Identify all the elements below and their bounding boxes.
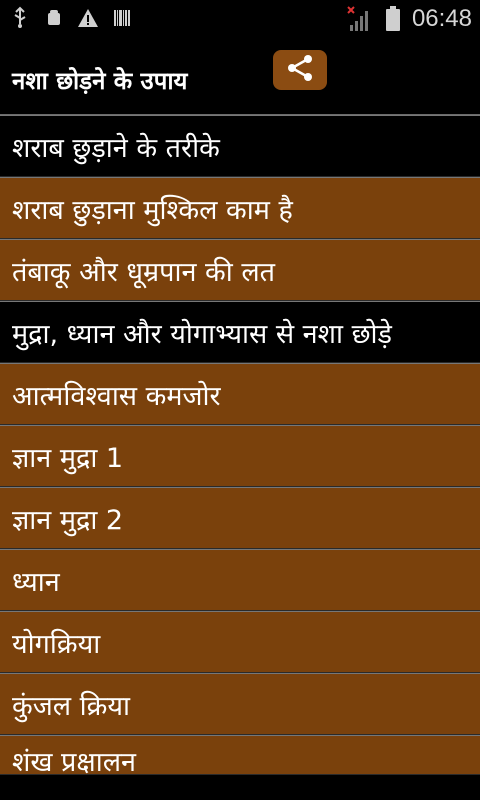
list-item[interactable]: कुंजल क्रिया <box>0 673 480 735</box>
list-item[interactable]: ज्ञान मुद्रा 2 <box>0 487 480 549</box>
list-item-label: शराब छुड़ाना मुश्किल काम है <box>12 194 293 226</box>
list-item[interactable]: शराब छुड़ाने के तरीके <box>0 115 480 177</box>
list-item-label: शंख प्रक्षालन <box>12 747 137 775</box>
list-item[interactable]: योगक्रिया <box>0 611 480 673</box>
android-debug-icon <box>42 6 66 30</box>
usb-icon <box>8 6 32 30</box>
battery-icon <box>384 5 402 33</box>
signal-off-icon <box>346 5 374 33</box>
topic-list: शराब छुड़ाने के तरीके शराब छुड़ाना मुश्क… <box>0 115 480 775</box>
page-title: नशा छोड़ने के उपाय <box>12 67 188 95</box>
list-item[interactable]: मुद्रा, ध्यान और योगाभ्यास से नशा छोड़े <box>0 301 480 363</box>
list-item-label: तंबाकू और धूम्रपान की लत <box>12 256 276 288</box>
list-item[interactable]: शराब छुड़ाना मुश्किल काम है <box>0 177 480 239</box>
status-bar: 06:48 <box>0 0 480 38</box>
list-item-label: ज्ञान मुद्रा 1 <box>12 442 124 474</box>
list-item[interactable]: शंख प्रक्षालन <box>0 735 480 775</box>
list-item-label: योगक्रिया <box>12 628 101 660</box>
list-item-label: कुंजल क्रिया <box>12 690 131 722</box>
list-item-label: ज्ञान मुद्रा 2 <box>12 504 124 536</box>
barcode-icon <box>110 6 134 30</box>
list-item[interactable]: ध्यान <box>0 549 480 611</box>
list-item-label: ध्यान <box>12 566 60 598</box>
list-item-label: शराब छुड़ाने के तरीके <box>12 132 220 164</box>
clock: 06:48 <box>411 5 472 32</box>
app-header: नशा छोड़ने के उपाय <box>0 38 480 115</box>
list-item-label: मुद्रा, ध्यान और योगाभ्यास से नशा छोड़े <box>12 318 392 350</box>
share-button[interactable] <box>273 50 327 90</box>
list-item[interactable]: आत्मविश्वास कमजोर <box>0 363 480 425</box>
list-item-label: आत्मविश्वास कमजोर <box>12 380 221 412</box>
app-screen: नशा छोड़ने के उपाय शराब छुड़ाने के तरीके… <box>0 38 480 800</box>
list-item[interactable]: ज्ञान मुद्रा 1 <box>0 425 480 487</box>
notification-icons <box>8 6 134 30</box>
warning-icon <box>76 6 100 30</box>
system-icons: 06:48 <box>346 4 472 34</box>
list-item[interactable]: तंबाकू और धूम्रपान की लत <box>0 239 480 301</box>
share-icon <box>282 53 318 87</box>
